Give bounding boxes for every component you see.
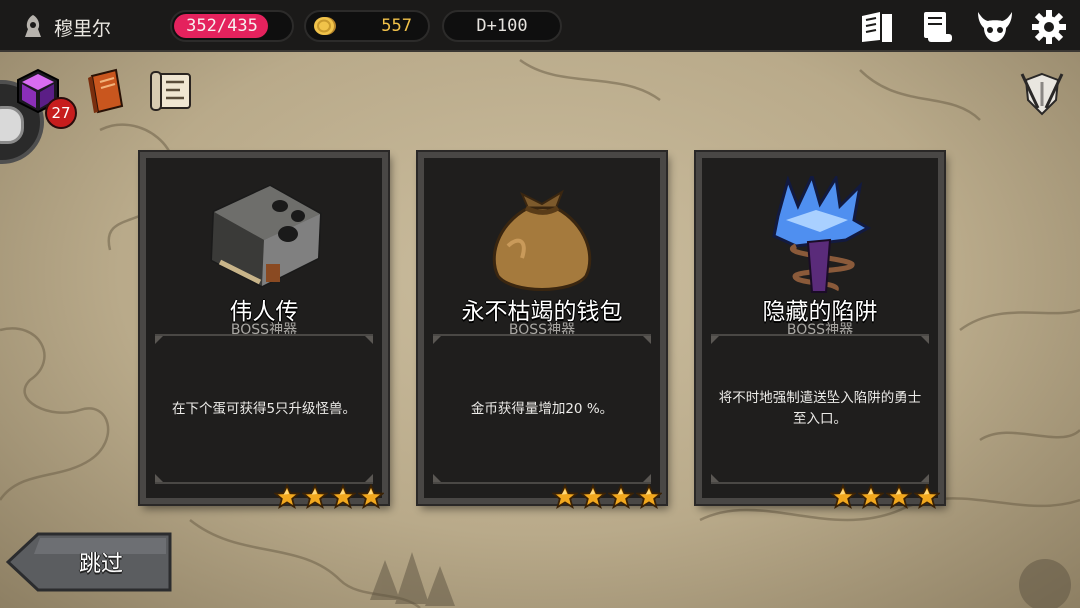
gold-coin-icon bbox=[314, 17, 336, 35]
hp-bar: 352/435 bbox=[170, 10, 294, 42]
star-rating bbox=[273, 483, 386, 510]
shield-swords-icon[interactable] bbox=[1016, 68, 1068, 120]
player-name: 穆里尔 bbox=[54, 18, 112, 40]
hp-value: 352/435 bbox=[186, 16, 258, 36]
demon-skull-icon[interactable] bbox=[976, 8, 1014, 46]
spellbook-icon[interactable] bbox=[82, 66, 130, 116]
day-value: D+100 bbox=[476, 16, 528, 36]
card-description-box: 金币获得量增加20 %。 bbox=[433, 334, 651, 484]
artifact-card-1[interactable]: 伟人传 BOSS神器 在下个蛋可获得5只升级怪兽。 bbox=[140, 152, 388, 509]
money-bag-icon bbox=[492, 189, 592, 291]
card-description: 金币获得量增加20 %。 bbox=[470, 400, 614, 417]
skip-button[interactable]: 跳过 bbox=[6, 532, 172, 592]
star-rating bbox=[829, 483, 942, 510]
star-icon bbox=[329, 483, 357, 510]
quest-scroll-icon[interactable] bbox=[148, 66, 196, 116]
gold-value: 557 bbox=[381, 16, 412, 36]
star-icon bbox=[829, 483, 857, 510]
codex-icon[interactable] bbox=[858, 8, 896, 46]
star-icon bbox=[273, 483, 301, 510]
star-icon bbox=[579, 483, 607, 510]
day-counter: D+100 bbox=[442, 10, 562, 42]
stone-book-icon bbox=[210, 184, 322, 288]
star-icon bbox=[357, 483, 385, 510]
star-icon bbox=[551, 483, 579, 510]
artifact-card-3[interactable]: 隐藏的陷阱 BOSS神器 将不时地强制遣送坠入陷阱的勇士至入口。 bbox=[696, 152, 944, 509]
star-rating bbox=[551, 483, 664, 510]
card-description: 在下个蛋可获得5只升级怪兽。 bbox=[171, 400, 357, 417]
spike-trap-icon bbox=[772, 176, 872, 293]
hooded-figure-icon bbox=[25, 15, 41, 37]
skip-label: 跳过 bbox=[78, 552, 123, 577]
gold-counter: 557 bbox=[304, 10, 430, 42]
top-status-bar: 穆里尔 352/435 557 D+100 bbox=[0, 0, 1080, 52]
star-icon bbox=[857, 483, 885, 510]
star-icon bbox=[607, 483, 635, 510]
star-icon bbox=[913, 483, 941, 510]
gear-icon[interactable] bbox=[1030, 8, 1068, 46]
star-icon bbox=[301, 483, 329, 510]
artifact-card-2[interactable]: 永不枯竭的钱包 BOSS神器 金币获得量增加20 %。 bbox=[418, 152, 666, 509]
scroll-icon[interactable] bbox=[918, 8, 956, 46]
card-description-box: 将不时地强制遣送坠入陷阱的勇士至入口。 bbox=[711, 334, 929, 484]
star-icon bbox=[635, 483, 663, 510]
box-count-badge: 27 bbox=[45, 97, 77, 129]
card-description-box: 在下个蛋可获得5只升级怪兽。 bbox=[155, 334, 373, 484]
card-description: 将不时地强制遣送坠入陷阱的勇士至入口。 bbox=[718, 390, 922, 427]
star-icon bbox=[885, 483, 913, 510]
